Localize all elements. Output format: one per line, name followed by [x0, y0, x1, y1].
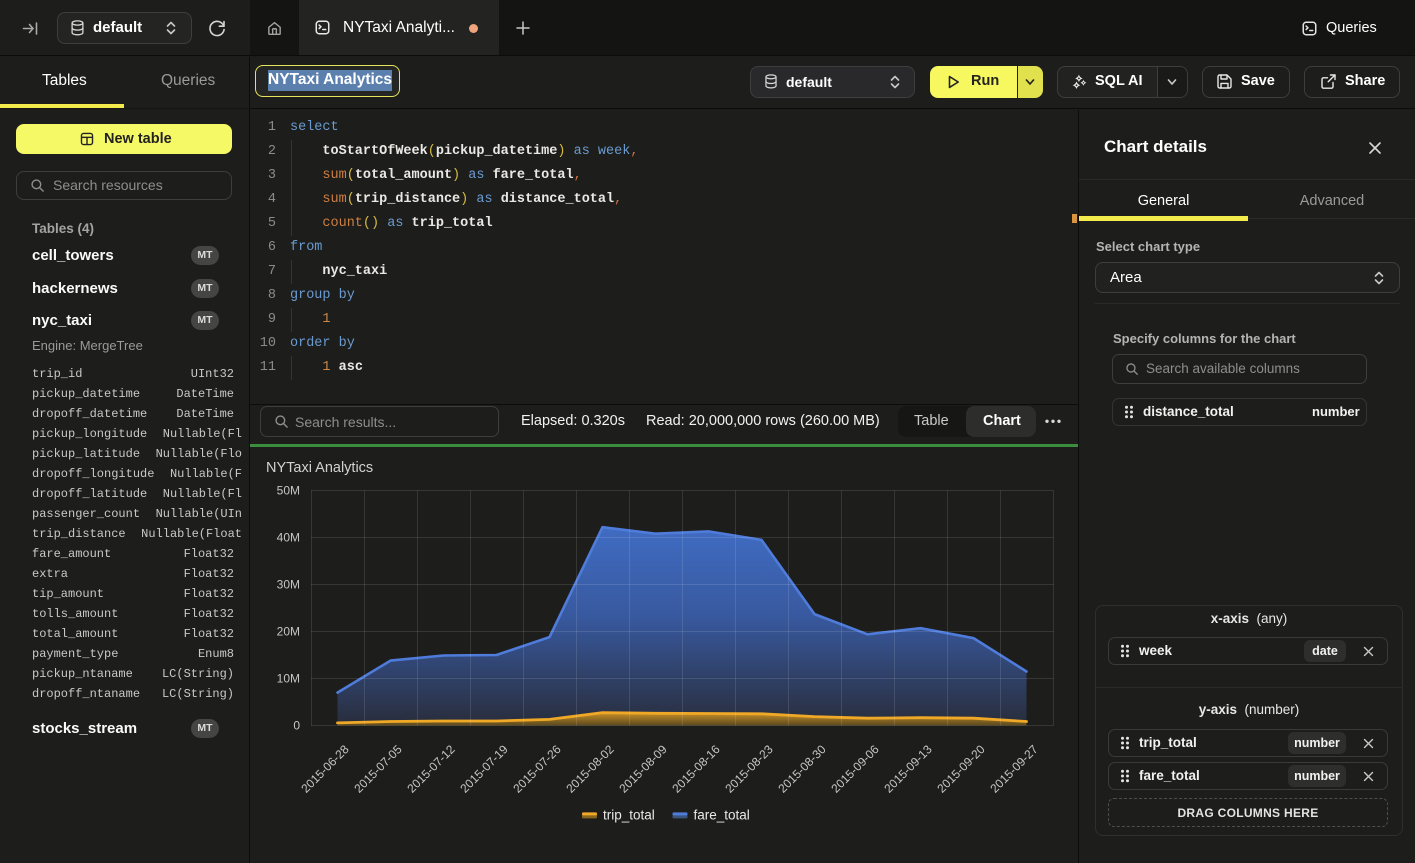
svg-text:2015-08-16: 2015-08-16 [669, 742, 723, 796]
svg-text:50M: 50M [277, 484, 300, 498]
svg-text:2015-09-06: 2015-09-06 [828, 742, 882, 796]
svg-text:2015-06-28: 2015-06-28 [298, 742, 352, 796]
svg-text:trip_total: trip_total [603, 808, 655, 823]
svg-text:20M: 20M [277, 625, 300, 639]
svg-text:fare_total: fare_total [694, 808, 750, 823]
svg-text:40M: 40M [277, 531, 300, 545]
svg-text:2015-08-23: 2015-08-23 [722, 742, 776, 796]
svg-text:2015-07-26: 2015-07-26 [510, 742, 564, 796]
svg-text:2015-07-05: 2015-07-05 [351, 742, 405, 796]
svg-text:2015-08-02: 2015-08-02 [563, 742, 617, 796]
svg-text:2015-09-20: 2015-09-20 [934, 742, 988, 796]
svg-text:2015-09-13: 2015-09-13 [881, 742, 935, 796]
svg-text:0: 0 [293, 719, 300, 733]
svg-text:2015-07-19: 2015-07-19 [457, 742, 511, 796]
svg-text:2015-07-12: 2015-07-12 [404, 742, 458, 796]
svg-text:2015-09-27: 2015-09-27 [987, 742, 1041, 796]
svg-text:30M: 30M [277, 578, 300, 592]
svg-text:2015-08-09: 2015-08-09 [616, 742, 670, 796]
svg-text:10M: 10M [277, 672, 300, 686]
svg-text:2015-08-30: 2015-08-30 [775, 742, 829, 796]
